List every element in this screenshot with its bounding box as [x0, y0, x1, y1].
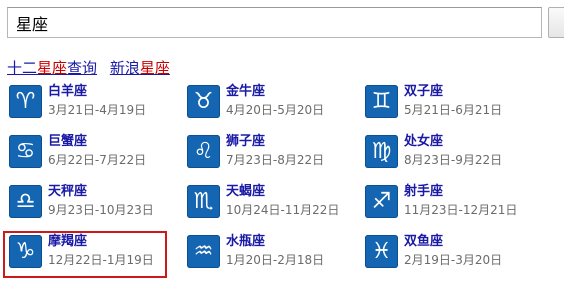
scorpio-icon[interactable]: ♏ [187, 185, 220, 218]
gemini-icon[interactable]: ♊ [365, 85, 398, 118]
zodiac-item[interactable]: ♋ 巨蟹座 6月22日-7月22日 [7, 134, 177, 180]
sign-dates: 5月21日-6月21日 [404, 103, 503, 117]
zodiac-item[interactable]: ♏ 天蝎座 10月24日-11月22日 [185, 184, 355, 230]
sign-name[interactable]: 天蝎座 [226, 184, 265, 200]
zodiac-item[interactable]: ♍ 处女座 8月23日-9月22日 [363, 134, 533, 180]
sign-name[interactable]: 射手座 [404, 184, 443, 200]
taurus-icon[interactable]: ♉ [187, 85, 220, 118]
sign-name[interactable]: 天秤座 [48, 184, 87, 200]
pisces-icon[interactable]: ♓ [365, 235, 398, 268]
sign-name[interactable]: 处女座 [404, 134, 443, 150]
sign-name[interactable]: 水瓶座 [226, 234, 265, 250]
sign-dates: 1月20日-2月18日 [226, 253, 325, 267]
sign-dates: 7月23日-8月22日 [226, 153, 325, 167]
sign-dates: 2月19日-3月20日 [404, 253, 503, 267]
sign-name[interactable]: 金牛座 [226, 84, 265, 100]
sign-name[interactable]: 白羊座 [48, 84, 87, 100]
sign-dates: 10月24日-11月22日 [226, 203, 340, 217]
title-row: 十二星座查询 新浪星座 [7, 59, 178, 77]
sign-dates: 4月20日-5月20日 [226, 103, 325, 117]
zodiac-item[interactable]: ♊ 双子座 5月21日-6月21日 [363, 84, 533, 130]
sign-name[interactable]: 双鱼座 [404, 234, 443, 250]
sina-horoscope-link[interactable]: 新浪星座 [110, 59, 170, 77]
libra-icon[interactable]: ♎ [9, 185, 42, 218]
zodiac-item[interactable]: ♎ 天秤座 9月23日-10月23日 [7, 184, 177, 230]
sign-dates: 9月23日-10月23日 [48, 203, 154, 217]
search-input[interactable] [7, 7, 542, 38]
sign-dates: 3月21日-4月19日 [48, 103, 147, 117]
zodiac-item[interactable]: ♉ 金牛座 4月20日-5月20日 [185, 84, 355, 130]
leo-icon[interactable]: ♌ [187, 135, 220, 168]
zodiac-item[interactable]: ♒ 水瓶座 1月20日-2月18日 [185, 234, 355, 280]
selection-highlight [3, 231, 167, 278]
aries-icon[interactable]: ♈ [9, 85, 42, 118]
sign-dates: 8月23日-9月22日 [404, 153, 503, 167]
zodiac-item[interactable]: ♓ 双鱼座 2月19日-3月20日 [363, 234, 533, 280]
zodiac-item[interactable]: ♐ 射手座 11月23日-12月21日 [363, 184, 533, 230]
search-button[interactable] [548, 7, 564, 38]
sagittarius-icon[interactable]: ♐ [365, 185, 398, 218]
cancer-icon[interactable]: ♋ [9, 135, 42, 168]
zodiac-item[interactable]: ♌ 狮子座 7月23日-8月22日 [185, 134, 355, 180]
sign-name[interactable]: 双子座 [404, 84, 443, 100]
virgo-icon[interactable]: ♍ [365, 135, 398, 168]
zodiac-item[interactable]: ♈ 白羊座 3月21日-4月19日 [7, 84, 177, 130]
sign-dates: 6月22日-7月22日 [48, 153, 147, 167]
sign-dates: 11月23日-12月21日 [404, 203, 518, 217]
sign-name[interactable]: 狮子座 [226, 134, 265, 150]
sign-name[interactable]: 巨蟹座 [48, 134, 87, 150]
aquarius-icon[interactable]: ♒ [187, 235, 220, 268]
twelve-signs-query-link[interactable]: 十二星座查询 [7, 59, 97, 77]
